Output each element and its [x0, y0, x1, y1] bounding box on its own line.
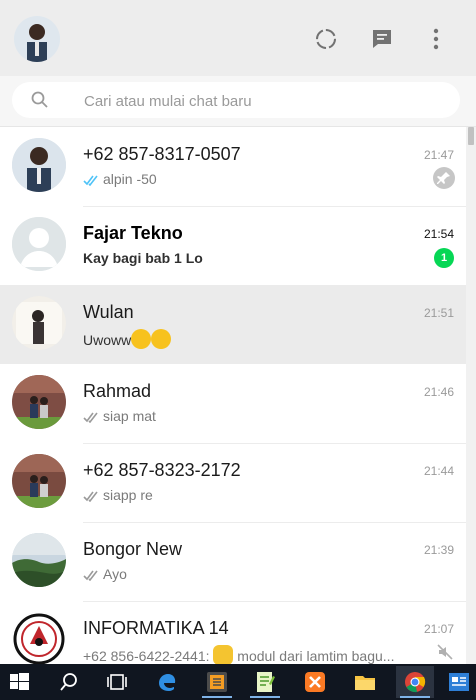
status-icon[interactable] [313, 26, 339, 52]
file-explorer-icon[interactable] [346, 666, 384, 698]
muted-icon [437, 644, 453, 660]
chat-preview-text: Uwoww [83, 332, 132, 348]
chat-time: 21:39 [423, 543, 454, 557]
windows-start-icon[interactable] [0, 666, 38, 698]
chat-preview: Uwoww [83, 329, 423, 349]
unread-badge: 1 [434, 248, 454, 268]
task-view-icon[interactable] [98, 666, 136, 698]
chat-preview: siap mat [83, 408, 423, 424]
edge-icon[interactable] [148, 666, 186, 698]
sublime-text-icon[interactable] [198, 666, 236, 698]
chat-preview-sender: +62 856-6422-2441: [83, 648, 210, 664]
chat-time: 21:51 [423, 306, 454, 320]
chat-name: INFORMATIKA 14 [83, 618, 229, 638]
chat-item[interactable]: Rahmad 21:46 siap mat [0, 364, 466, 444]
search-input[interactable] [82, 82, 456, 120]
chat-item[interactable]: +62 857-8317-0507 21:47 alpin -50 [0, 127, 466, 207]
chat-preview: Kay bagi bab 1 Lo [83, 250, 203, 266]
search-box[interactable] [12, 82, 460, 120]
contact-avatar [12, 375, 66, 429]
chat-time: 21:46 [423, 385, 454, 399]
chat-item[interactable]: +62 857-8323-2172 21:44 siapp re [0, 443, 466, 523]
chat-list: +62 857-8317-0507 21:47 alpin -50 Fajar … [0, 127, 466, 664]
chat-time: 21:47 [423, 148, 454, 162]
group-logo-avatar [12, 612, 66, 664]
windows-taskbar [0, 664, 476, 700]
chat-preview-text: Ayo [103, 566, 127, 582]
app-header [0, 0, 476, 76]
search-icon[interactable] [30, 90, 50, 110]
chat-name: Wulan [83, 302, 134, 322]
chat-name: +62 857-8323-2172 [83, 460, 241, 480]
delivered-icon [83, 491, 98, 502]
chat-preview-text: alpin -50 [103, 171, 157, 187]
scrollbar-thumb[interactable] [468, 127, 474, 145]
chat-preview-text: siapp re [103, 487, 153, 503]
delivered-icon [83, 570, 98, 581]
chat-preview: alpin -50 [83, 171, 423, 187]
new-chat-icon[interactable] [369, 26, 395, 52]
my-profile-avatar[interactable] [14, 16, 60, 62]
notepad-plus-plus-icon[interactable] [246, 666, 284, 698]
chat-time: 21:44 [423, 464, 454, 478]
chat-time: 21:54 [423, 227, 454, 241]
chat-name: Fajar Tekno [83, 223, 183, 243]
chrome-icon[interactable] [396, 666, 434, 698]
grinning-sweat-emoji [151, 329, 172, 349]
chat-preview: +62 856-6422-2441: modul dari lamtim bag… [83, 645, 428, 664]
chat-name: Rahmad [83, 381, 152, 401]
group-avatar [12, 533, 66, 587]
chat-preview-text: siap mat [103, 408, 156, 424]
clapping-hands-emoji [213, 645, 234, 664]
xampp-icon[interactable] [296, 666, 334, 698]
contact-avatar [12, 138, 66, 192]
chat-list-scrollbar[interactable] [466, 127, 476, 664]
taskbar-search-icon[interactable] [50, 666, 88, 698]
chat-item[interactable]: INFORMATIKA 14 21:07 +62 856-6422-2441: … [0, 601, 466, 664]
chat-time: 21:07 [423, 622, 454, 636]
delivered-icon [83, 412, 98, 423]
chat-name: Bongor New [83, 539, 183, 559]
contact-avatar [12, 296, 66, 350]
chat-preview: Ayo [83, 566, 423, 582]
chat-item[interactable]: Bongor New 21:39 Ayo [0, 522, 466, 602]
chat-item[interactable]: Fajar Tekno 21:54 Kay bagi bab 1 Lo 1 [0, 206, 466, 286]
contact-avatar [12, 454, 66, 508]
grinning-sweat-emoji [131, 329, 152, 349]
chat-preview-text: modul dari lamtim bagu... [237, 648, 395, 664]
menu-icon[interactable] [423, 26, 449, 52]
default-avatar-icon [12, 217, 66, 271]
search-bar [0, 76, 476, 127]
app-icon[interactable] [440, 666, 476, 698]
chat-preview: siapp re [83, 487, 423, 503]
pin-icon [433, 167, 455, 189]
chat-name: +62 857-8317-0507 [83, 144, 241, 164]
chat-item-selected[interactable]: Wulan 21:51 Uwoww [0, 285, 466, 364]
read-receipt-icon [83, 175, 98, 186]
